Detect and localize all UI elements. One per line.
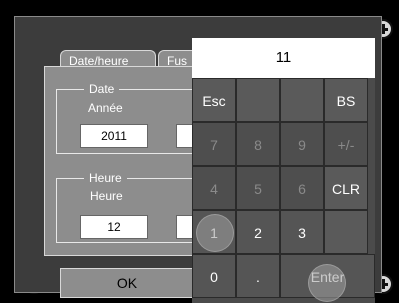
- key-plus-minus[interactable]: +/-: [324, 122, 368, 166]
- key-clear[interactable]: CLR: [324, 166, 368, 210]
- key-blank-2[interactable]: [280, 78, 324, 122]
- year-label: Année: [88, 101, 123, 115]
- touch-highlight-icon: [196, 214, 234, 252]
- year-field[interactable]: 2011: [80, 124, 148, 148]
- hour-field[interactable]: 12: [80, 215, 148, 239]
- key-decimal[interactable]: .: [236, 254, 280, 298]
- key-esc[interactable]: Esc: [192, 78, 236, 122]
- key-0[interactable]: 0: [192, 254, 236, 298]
- key-9[interactable]: 9: [280, 122, 324, 166]
- key-4[interactable]: 4: [192, 166, 236, 210]
- key-7[interactable]: 7: [192, 122, 236, 166]
- numeric-keypad: 11 Esc BS 7 8 9 +/- 4 5 6 CLR 1 2 3 0 . …: [192, 38, 375, 303]
- key-backspace[interactable]: BS: [324, 78, 368, 122]
- hour-label: Heure: [90, 189, 123, 203]
- key-5[interactable]: 5: [236, 166, 280, 210]
- key-8[interactable]: 8: [236, 122, 280, 166]
- touch-highlight-icon: [308, 264, 346, 302]
- date-group-title: Date: [84, 82, 120, 96]
- key-blank-1[interactable]: [236, 78, 280, 122]
- key-6[interactable]: 6: [280, 166, 324, 210]
- ok-button[interactable]: OK: [60, 268, 194, 298]
- key-blank-3[interactable]: [324, 210, 368, 254]
- key-3[interactable]: 3: [280, 210, 324, 254]
- time-group-title: Heure: [84, 171, 127, 185]
- key-2[interactable]: 2: [236, 210, 280, 254]
- keypad-display: 11: [192, 38, 375, 78]
